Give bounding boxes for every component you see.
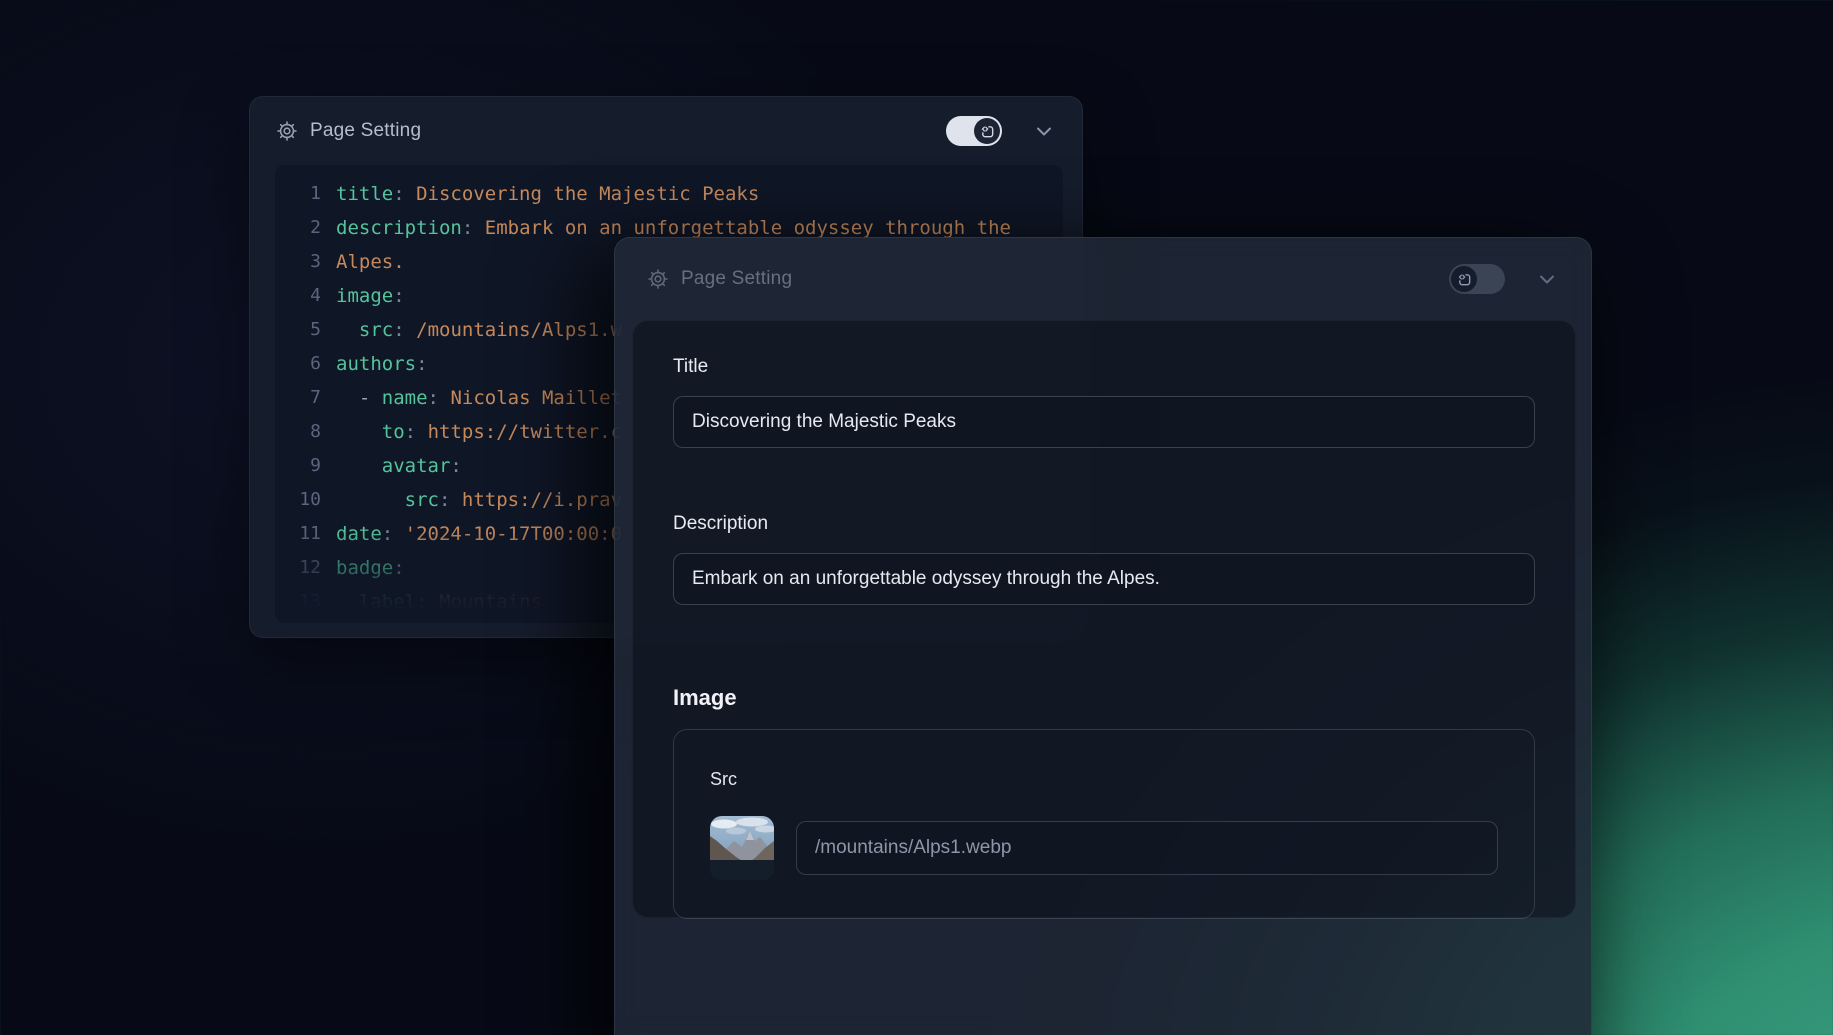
image-section-heading: Image <box>673 685 1535 711</box>
title-field-label: Title <box>673 356 1535 378</box>
src-field-label: Src <box>710 769 737 789</box>
code-view-toggle[interactable] <box>946 116 1002 146</box>
toggle-knob <box>974 118 1000 144</box>
line-code: label: Mountains <box>336 585 542 619</box>
src-row <box>710 816 1498 880</box>
line-code: authors: <box>336 347 428 381</box>
line-code: src: https://i.prav <box>336 483 622 517</box>
chevron-down-icon[interactable] <box>1535 267 1559 291</box>
image-src-input[interactable] <box>796 821 1498 875</box>
line-number: 5 <box>285 313 321 347</box>
code-editor-icon <box>1457 272 1472 287</box>
line-code: image: <box>336 279 405 313</box>
line-number: 13 <box>285 585 321 619</box>
line-code: avatar: <box>336 449 462 483</box>
line-code: Alpes. <box>336 245 405 279</box>
panel-header: Page Setting <box>615 238 1591 320</box>
line-code: badge: <box>336 551 405 585</box>
line-number: 12 <box>285 551 321 585</box>
code-view-toggle[interactable] <box>1449 264 1505 294</box>
image-thumbnail <box>710 816 774 880</box>
line-number: 2 <box>285 211 321 245</box>
line-number: 8 <box>285 415 321 449</box>
line-code: date: '2024-10-17T00:00:0 <box>336 517 622 551</box>
title-input[interactable] <box>673 396 1535 448</box>
line-number: 4 <box>285 279 321 313</box>
chevron-down-icon[interactable] <box>1032 119 1056 143</box>
line-code: to: https://twitter.c <box>336 415 622 449</box>
line-number: 11 <box>285 517 321 551</box>
panel-header: Page Setting <box>250 97 1082 165</box>
line-number: 6 <box>285 347 321 381</box>
code-line: 1 title: Discovering the Majestic Peaks <box>285 177 1063 211</box>
mountain-photo-icon <box>710 816 774 880</box>
line-code: title: Discovering the Majestic Peaks <box>336 177 759 211</box>
line-number: 10 <box>285 483 321 517</box>
description-input[interactable] <box>673 553 1535 605</box>
line-number: 7 <box>285 381 321 415</box>
toggle-knob <box>1451 266 1477 292</box>
code-editor-icon <box>980 124 995 139</box>
panel-title: Page Setting <box>681 268 792 290</box>
line-code: src: /mountains/Alps1.w <box>336 313 622 347</box>
panel-title: Page Setting <box>310 120 421 142</box>
description-field-label: Description <box>673 513 1535 535</box>
line-number: 3 <box>285 245 321 279</box>
image-settings-card: Src <box>673 729 1535 919</box>
line-code: - name: Nicolas Maillet <box>336 381 622 415</box>
line-number: 1 <box>285 177 321 211</box>
line-number: 9 <box>285 449 321 483</box>
page-setting-panel-form-view: Page Setting Title Description Image Src <box>614 237 1592 1035</box>
gear-icon <box>647 268 669 290</box>
gear-icon <box>276 120 298 142</box>
page-settings-form: Title Description Image Src <box>632 320 1576 918</box>
